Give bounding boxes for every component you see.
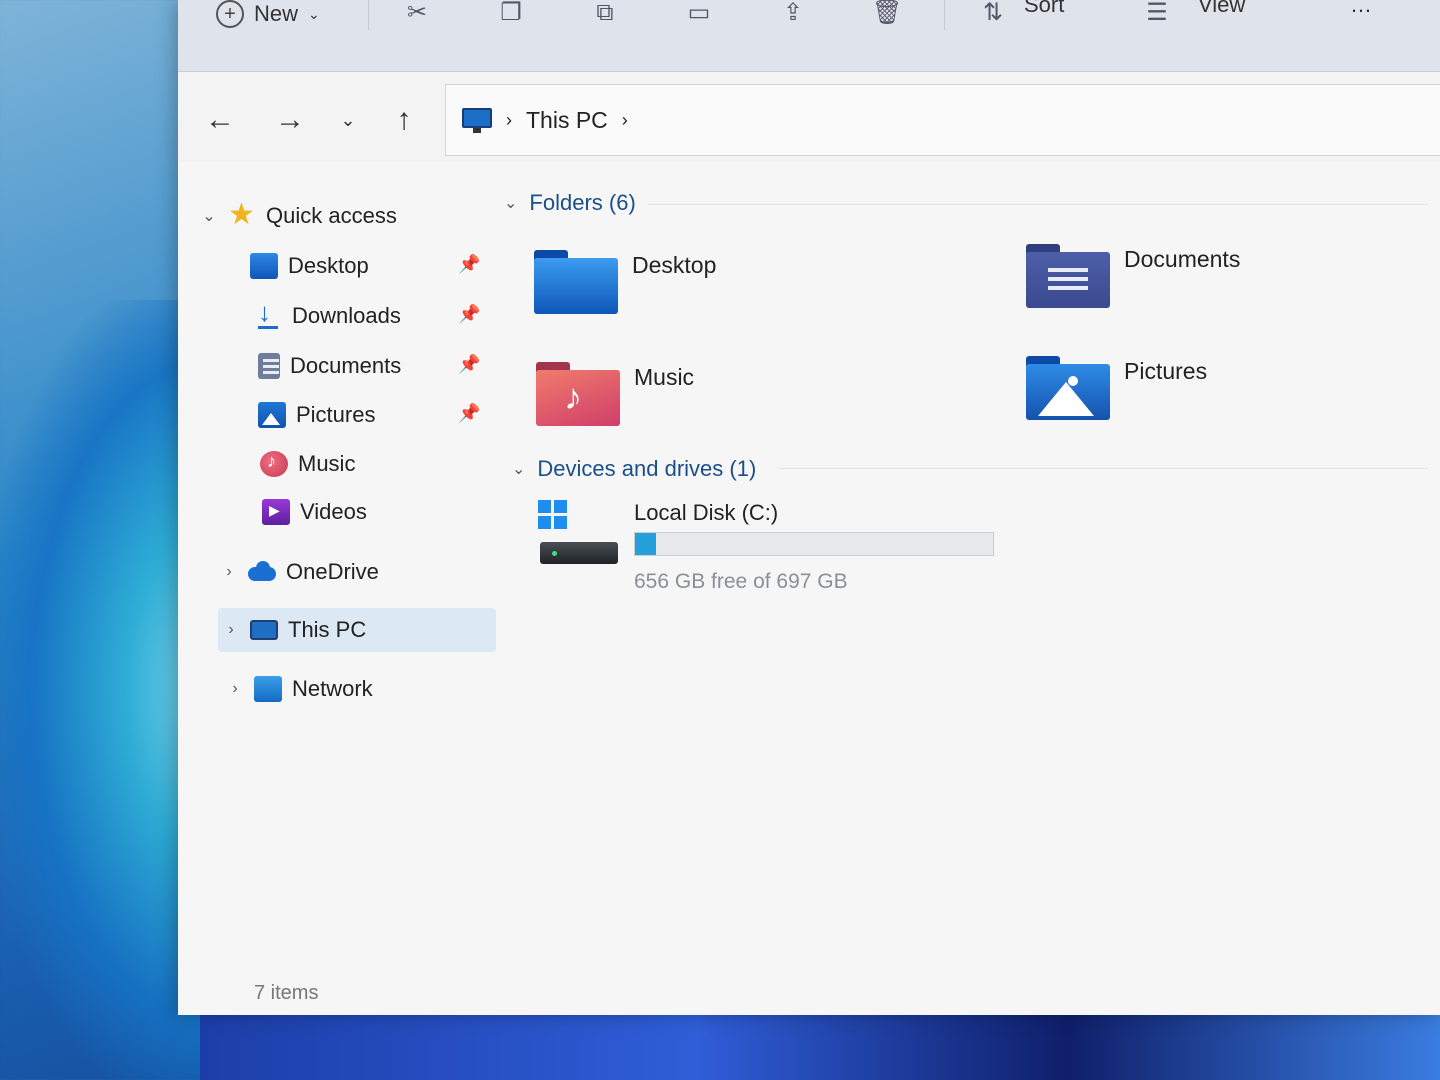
devices-group-header[interactable]: ⌄ Devices and drives (1) <box>512 456 756 482</box>
sidebar-item-label: OneDrive <box>286 559 379 584</box>
sidebar-item-label: Quick access <box>266 203 397 228</box>
folder-label: Documents <box>1124 246 1241 272</box>
sidebar-item-label: This PC <box>288 617 367 642</box>
music-icon <box>260 451 288 477</box>
sidebar-item-pictures[interactable]: Pictures <box>258 395 375 435</box>
desktop-icon <box>250 253 278 279</box>
this-pc-icon <box>462 108 492 133</box>
folder-label: Pictures <box>1124 358 1208 384</box>
sidebar-item-label: Network <box>292 676 373 701</box>
chevron-right-icon[interactable]: › <box>220 563 238 581</box>
chevron-down-icon[interactable]: ⌄ <box>200 206 218 226</box>
network-icon <box>254 676 282 702</box>
pin-icon: 📌 <box>458 304 481 324</box>
pictures-icon <box>258 402 286 428</box>
chevron-down-icon[interactable]: ⌄ <box>504 193 517 213</box>
rename-icon[interactable]: ▭ <box>684 0 714 26</box>
this-pc-icon <box>250 620 278 640</box>
sidebar-item-downloads[interactable]: Downloads <box>254 296 401 336</box>
sidebar-item-network[interactable]: › Network <box>226 669 373 709</box>
chevron-down-icon: ⌄ <box>308 5 320 22</box>
drive-capacity-bar <box>634 532 994 556</box>
pin-icon: 📌 <box>458 254 481 274</box>
folder-label: Desktop <box>632 252 717 278</box>
sidebar-item-label: Pictures <box>296 402 376 427</box>
sidebar-item-onedrive[interactable]: › OneDrive <box>220 552 379 592</box>
pin-icon: 📌 <box>458 354 481 374</box>
pin-icon: 📌 <box>458 403 481 423</box>
file-explorer-window: + New ⌄ ✂ ❐ ⧉ ▭ ⇪ 🗑 ⇅ Sort ☰ View … ← → … <box>178 0 1440 1015</box>
breadcrumb-separator-icon[interactable]: › <box>506 110 512 131</box>
folder-pictures[interactable]: Pictures <box>1026 350 1207 420</box>
group-divider <box>648 204 1428 205</box>
folder-documents-icon <box>1026 244 1110 308</box>
navigation-row: ← → ⌄ ↑ › This PC › <box>178 72 1440 162</box>
chevron-right-icon[interactable]: › <box>226 680 244 698</box>
cut-icon[interactable]: ✂ <box>402 0 432 26</box>
new-button[interactable]: + New ⌄ <box>216 0 320 28</box>
up-arrow-icon[interactable]: ↑ <box>384 102 424 138</box>
more-options-icon[interactable]: … <box>1350 0 1372 18</box>
chevron-down-icon[interactable]: ⌄ <box>512 459 525 479</box>
paste-icon[interactable]: ⧉ <box>590 0 620 26</box>
toolbar-separator <box>944 0 945 30</box>
share-icon[interactable]: ⇪ <box>778 0 808 26</box>
folder-desktop[interactable]: Desktop <box>534 244 716 314</box>
toolbar-separator <box>368 0 369 30</box>
sidebar-item-label: Documents <box>290 353 402 378</box>
folder-documents[interactable]: Documents <box>1026 238 1240 308</box>
address-bar[interactable]: › This PC › <box>445 84 1440 156</box>
wallpaper-bottom <box>200 1010 1440 1080</box>
sidebar-item-desktop[interactable]: Desktop <box>250 246 369 286</box>
windows-logo-icon <box>538 500 568 530</box>
sidebar-item-label: Downloads <box>292 303 401 328</box>
sidebar-item-documents[interactable]: Documents <box>258 346 401 386</box>
sidebar-item-label: Desktop <box>288 253 369 278</box>
downloads-icon <box>254 297 282 329</box>
sidebar-item-label: Music <box>298 451 356 476</box>
folder-music[interactable]: Music <box>536 356 694 426</box>
view-button[interactable]: View <box>1198 0 1245 18</box>
sidebar-quick-access[interactable]: ⌄ Quick access <box>200 196 397 236</box>
command-bar: + New ⌄ ✂ ❐ ⧉ ▭ ⇪ 🗑 ⇅ Sort ☰ View … <box>178 0 1440 72</box>
copy-icon[interactable]: ❐ <box>496 0 526 26</box>
sidebar-item-label: Videos <box>300 499 367 524</box>
sidebar-item-music[interactable]: Music <box>260 444 355 484</box>
sort-button[interactable]: Sort <box>1024 0 1064 18</box>
chevron-right-icon[interactable]: › <box>222 621 240 639</box>
view-icon: ☰ <box>1146 0 1168 26</box>
breadcrumb-this-pc[interactable]: This PC <box>526 107 608 134</box>
navigation-pane: ⌄ Quick access Desktop 📌 Downloads 📌 Doc… <box>178 170 498 970</box>
sort-icon: ⇅ <box>982 0 1004 26</box>
back-arrow-icon[interactable]: ← <box>200 102 240 138</box>
hard-drive-icon <box>536 500 618 572</box>
drive-name: Local Disk (C:) <box>634 500 779 525</box>
devices-group-title: Devices and drives (1) <box>537 456 757 481</box>
new-label: New <box>254 1 299 26</box>
drive-capacity-fill <box>635 533 657 555</box>
plus-icon: + <box>216 0 244 28</box>
sidebar-item-this-pc[interactable]: › This PC <box>222 610 366 650</box>
group-divider <box>778 468 1428 469</box>
folder-pictures-icon <box>1026 356 1110 420</box>
documents-icon <box>258 353 280 379</box>
folder-desktop-icon <box>534 250 618 314</box>
drive-free-space: 656 GB free of 697 GB <box>634 570 848 593</box>
breadcrumb-separator-icon[interactable]: › <box>622 110 628 131</box>
onedrive-icon <box>248 559 276 585</box>
folders-group-title: Folders (6) <box>529 190 636 215</box>
folders-group-header[interactable]: ⌄ Folders (6) <box>504 190 636 216</box>
delete-icon[interactable]: 🗑 <box>872 0 902 26</box>
status-item-count: 7 items <box>254 982 319 1004</box>
recent-locations-chevron-icon[interactable]: ⌄ <box>328 102 368 138</box>
sidebar-item-videos[interactable]: Videos <box>262 492 367 532</box>
star-icon <box>228 197 256 232</box>
folder-music-icon <box>536 362 620 426</box>
drive-local-disk-c[interactable]: Local Disk (C:) 656 GB free of 697 GB <box>536 500 994 594</box>
videos-icon <box>262 499 290 525</box>
folder-label: Music <box>634 364 695 390</box>
forward-arrow-icon[interactable]: → <box>270 102 310 138</box>
